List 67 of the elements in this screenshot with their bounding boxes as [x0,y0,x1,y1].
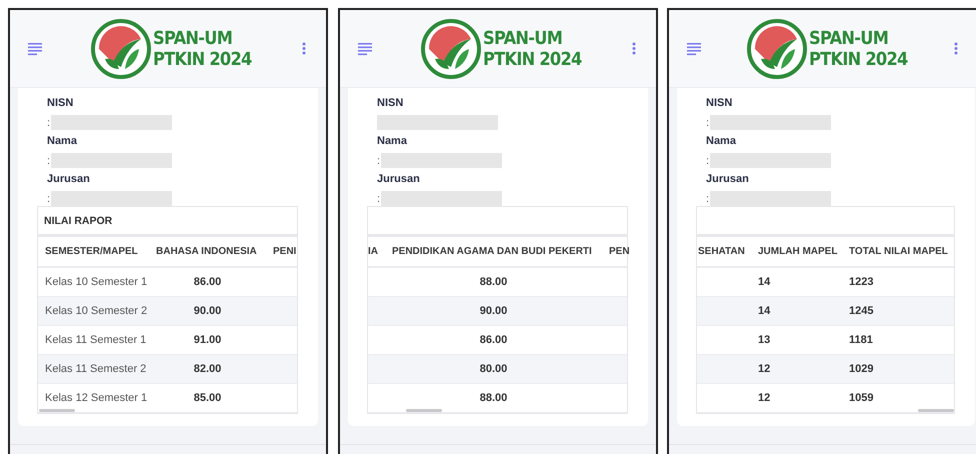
table-cell-text: 88.00 [478,276,508,288]
field-label: Nama [377,134,407,149]
more-options-icon[interactable] [632,42,636,55]
table-cell-text: Kelas 10 Semester 1 [44,276,148,288]
table-cell-text: 90.00 [192,305,222,317]
table-cell-text: 1245 [848,305,874,317]
table-cell-text: 13 [757,334,772,346]
field-value: : [706,154,710,166]
logo-title: PTKIN 2024 [483,48,582,70]
table-title: NILAI RAPOR [44,214,112,226]
table-cell-text: Kelas 11 Semester 1 [44,334,148,346]
table-cell-text: Kelas 12 Semester 1 [44,392,148,404]
table-cell-text: Kelas 10 Semester 2 [44,305,148,317]
menu-icon[interactable] [358,42,372,56]
field-value: : [706,192,710,204]
column-header: PENI [272,246,297,257]
logo-icon [746,18,807,78]
table-cell-text: 1181 [848,334,874,346]
menu-icon[interactable] [687,42,701,56]
column-header: TOTAL NILAI MAPEL [848,246,949,257]
table-cell-text: 80.00 [478,363,508,375]
table-cell-text: 86.00 [478,334,508,346]
table-cell-text: 91.00 [192,334,222,346]
table-cell-text: 14 [757,305,772,317]
logo-icon [421,18,482,78]
field-label: Jurusan [377,172,420,187]
logo-title: PTKIN 2024 [808,48,908,70]
column-header: PEN [608,246,630,257]
table-cell-text: 14 [757,276,772,288]
column-header: IA [368,246,379,257]
field-label: NISN [47,96,74,111]
table-cell-text: 85.00 [192,392,222,404]
table-cell-text: 1059 [848,392,874,404]
column-header: SEHATAN [697,246,746,257]
column-header: BAHASA INDONESIA [155,246,258,257]
column-header: JUMLAH MAPEL [757,246,838,257]
table-cell-text: Kelas 11 Semester 2 [44,363,148,375]
field-value: : [706,116,710,128]
table-cell-text: 88.00 [478,392,508,404]
column-header: PENDIDIKAN AGAMA DAN BUDI PEKERTI [391,246,593,257]
field-label: NISN [706,96,732,111]
table-cell-text: 12 [757,392,772,404]
table-cell-text: 12 [757,363,772,375]
field-value: : [377,192,380,204]
logo-title: SPAN-UM [153,28,234,48]
column-header: SEMESTER/MAPEL [44,246,139,257]
table-cell-text: 1223 [848,276,874,288]
more-options-icon[interactable] [954,42,958,55]
field-label: NISN [377,96,404,111]
table-cell-text: 82.00 [192,363,222,375]
logo-title: SPAN-UM [483,28,564,48]
field-label: Nama [47,134,77,149]
field-value: : [47,154,50,166]
table-cell-text: 90.00 [478,305,508,317]
logo-title: PTKIN 2024 [153,48,252,70]
field-value: : [377,154,380,166]
more-options-icon[interactable] [302,42,306,55]
field-label: Jurusan [47,172,90,187]
field-value: : [47,116,50,128]
field-label: Jurusan [706,172,749,187]
field-label: Nama [706,134,736,149]
field-value: : [47,192,50,204]
table-cell-text: 1029 [848,363,874,375]
menu-icon[interactable] [28,42,42,56]
logo-icon [91,18,152,78]
logo-title: SPAN-UM [808,28,889,48]
table-cell-text: 86.00 [192,276,222,288]
